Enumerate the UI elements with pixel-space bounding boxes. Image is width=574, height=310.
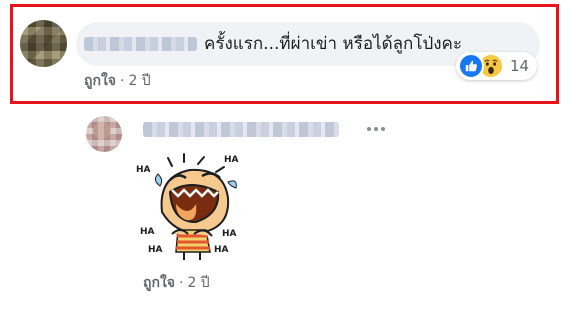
reply-meta: ถูกใจ · 2 ปี <box>143 272 210 294</box>
avatar[interactable] <box>20 20 67 67</box>
reply-author-name-blurred[interactable] <box>143 122 339 137</box>
sticker-ha-text: HA <box>140 227 155 237</box>
comment-meta: ถูกใจ · 2 ปี <box>84 70 151 92</box>
sticker-ha-text: HA <box>136 165 151 175</box>
reaction-summary[interactable]: 14 <box>456 52 538 80</box>
like-icon <box>458 53 484 79</box>
separator-dot: · <box>120 73 125 89</box>
sticker-ha-text: HA <box>224 155 239 165</box>
laughing-cartoon-sticker: HA HA HA HA HA HA <box>136 153 239 260</box>
more-options-icon[interactable] <box>362 121 390 137</box>
like-link[interactable]: ถูกใจ <box>84 73 116 89</box>
timestamp[interactable]: 2 ปี <box>128 73 150 89</box>
separator-dot: · <box>179 275 184 291</box>
sticker-ha-text: HA <box>222 229 237 239</box>
reply-like-link[interactable]: ถูกใจ <box>143 275 175 291</box>
author-name-blurred[interactable] <box>84 37 197 51</box>
reply-avatar[interactable] <box>86 116 122 152</box>
comment-text: ครั้งแรก...ที่ผ่าเข่า หรือได้ลูกโป่งคะ <box>204 34 463 54</box>
sticker-ha-text: HA <box>214 245 229 255</box>
reaction-count: 14 <box>510 57 530 75</box>
sticker-ha-text: HA <box>148 245 163 255</box>
reply-timestamp[interactable]: 2 ปี <box>187 275 209 291</box>
